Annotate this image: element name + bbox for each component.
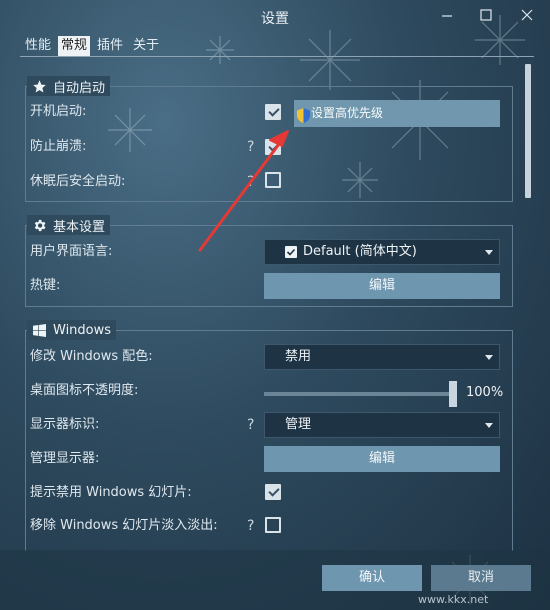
crash-prevention-label: 防止崩溃: — [30, 139, 87, 154]
icon-opacity-slider-handle[interactable] — [449, 381, 457, 407]
tab-performance[interactable]: 性能 — [22, 36, 54, 56]
windows-color-value: 禁用 — [285, 349, 312, 364]
checkbox-icon — [285, 246, 297, 258]
startup-checkbox[interactable] — [265, 104, 281, 120]
ui-language-value: Default (简体中文) — [303, 244, 417, 259]
slideshow-fade-checkbox[interactable] — [265, 517, 281, 533]
ok-button[interactable]: 确认 — [322, 565, 422, 591]
window-title: 设置 — [261, 11, 289, 27]
cancel-button[interactable]: 取消 — [431, 565, 531, 591]
basic-settings-title: 基本设置 — [53, 219, 106, 235]
crash-prevention-checkbox[interactable] — [265, 139, 281, 155]
safe-start-help-icon[interactable]: ? — [247, 174, 254, 190]
minimize-icon[interactable] — [437, 6, 457, 26]
tab-plugins[interactable]: 插件 — [94, 36, 126, 56]
slideshow-fade-help-icon[interactable]: ? — [247, 518, 254, 534]
windows-color-dropdown[interactable]: 禁用 — [264, 344, 500, 370]
maximize-icon[interactable] — [476, 6, 496, 26]
icon-opacity-value: 100% — [466, 385, 504, 400]
icon-opacity-label: 桌面图标不透明度: — [30, 383, 139, 398]
star-icon — [31, 78, 47, 94]
slideshow-fade-label: 移除 Windows 幻灯片淡入淡出: — [30, 518, 218, 533]
monitor-id-help-icon[interactable]: ? — [247, 417, 254, 433]
monitor-id-label: 显示器标识: — [30, 417, 100, 432]
high-priority-label: 设置高优先级 — [311, 106, 384, 120]
windows-header: Windows — [27, 320, 117, 340]
auto-start-title: 自动启动 — [53, 80, 106, 96]
windows-logo-icon — [31, 322, 47, 338]
high-priority-popup[interactable]: 设置高优先级 — [294, 100, 500, 127]
icon-opacity-slider-track[interactable] — [264, 392, 454, 396]
tab-divider — [20, 56, 534, 57]
gear-icon — [31, 217, 47, 233]
startup-label: 开机启动: — [30, 104, 87, 119]
slideshow-hint-checkbox[interactable] — [265, 484, 281, 500]
scrollbar-thumb[interactable] — [525, 64, 531, 198]
monitor-id-dropdown[interactable]: 管理 — [264, 412, 500, 438]
chevron-down-icon — [485, 250, 493, 255]
ui-language-dropdown[interactable]: Default (简体中文) — [264, 239, 500, 265]
crash-prevention-help-icon[interactable]: ? — [247, 139, 254, 155]
watermark: www.kkx.net — [418, 593, 489, 606]
title-bar: 设置 — [0, 0, 550, 34]
settings-window: 设置 性能 常规 插件 关于 自动启动 开机启动: 防止崩溃: ? 休眠后安全启… — [0, 0, 550, 610]
chevron-down-icon — [485, 355, 493, 360]
safe-start-label: 休眠后安全启动: — [30, 174, 126, 189]
auto-start-header: 自动启动 — [27, 76, 111, 96]
hotkey-edit-button[interactable]: 编辑 — [264, 273, 500, 299]
manage-monitors-label: 管理显示器: — [30, 451, 100, 466]
manage-monitors-edit-button[interactable]: 编辑 — [264, 446, 500, 472]
ui-language-label: 用户界面语言: — [30, 244, 113, 259]
slideshow-hint-label: 提示禁用 Windows 幻灯片: — [30, 485, 192, 500]
windows-color-label: 修改 Windows 配色: — [30, 349, 153, 364]
tab-general[interactable]: 常规 — [58, 36, 91, 56]
basic-settings-header: 基本设置 — [27, 215, 111, 235]
close-icon[interactable] — [517, 6, 537, 26]
shield-icon — [297, 106, 310, 133]
tab-bar: 性能 常规 插件 关于 — [22, 36, 166, 56]
tab-about[interactable]: 关于 — [130, 36, 162, 56]
chevron-down-icon — [485, 423, 493, 428]
monitor-id-value: 管理 — [285, 417, 312, 432]
safe-start-checkbox[interactable] — [265, 172, 281, 188]
windows-title: Windows — [53, 322, 112, 338]
hotkey-label: 热键: — [30, 278, 61, 293]
